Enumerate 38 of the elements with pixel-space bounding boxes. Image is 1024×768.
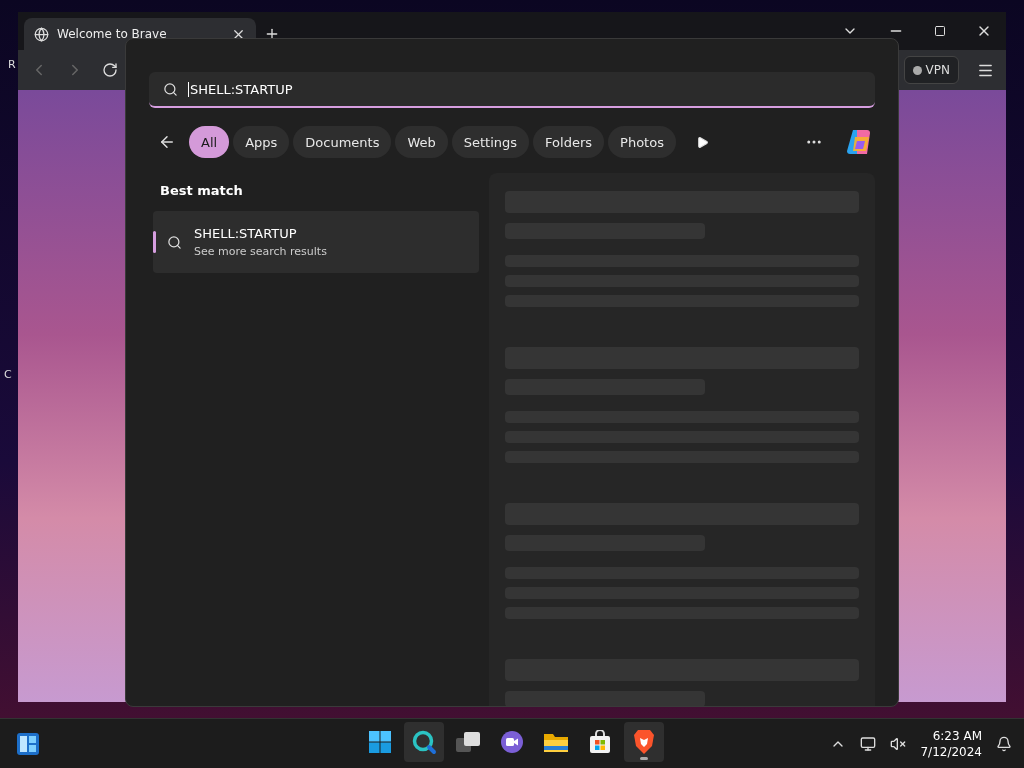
result-title: SHELL:STARTUP (194, 226, 298, 241)
search-result[interactable]: SHELL:STARTUP See more search results (153, 211, 479, 273)
tab-title: Welcome to Brave (57, 27, 168, 41)
video-call-icon (500, 730, 524, 754)
bell-icon[interactable] (996, 736, 1012, 752)
search-icon (411, 729, 437, 755)
globe-icon (34, 26, 49, 42)
widgets-icon (16, 732, 40, 756)
muted-speaker-icon[interactable] (890, 736, 907, 752)
maximize-icon[interactable] (934, 25, 946, 37)
filter-chip[interactable]: Settings (451, 126, 530, 158)
folder-icon (543, 731, 569, 753)
windows-stack-icon (455, 730, 481, 754)
shield-dot-icon (912, 65, 922, 75)
filter-chip[interactable]: Documents (293, 126, 392, 158)
search-icon (163, 81, 178, 97)
desktop-icon-label: R (8, 58, 16, 71)
section-title: Best match (160, 183, 244, 198)
desktop-icon-label: C (4, 368, 12, 381)
vpn-button[interactable]: VPN (903, 56, 959, 84)
play-icon[interactable] (695, 135, 709, 149)
filter-chip[interactable]: Photos (608, 126, 676, 158)
windows-logo-icon (368, 730, 392, 754)
taskbar-app-button[interactable] (404, 722, 444, 762)
filter-chip[interactable]: Apps (233, 126, 290, 158)
store-bag-icon (588, 730, 612, 754)
filter-chip[interactable]: Folders (533, 126, 605, 158)
filter-chip[interactable]: Web (395, 126, 448, 158)
clock-time[interactable]: 6:23 AM (932, 728, 982, 744)
reload-icon[interactable] (102, 62, 118, 78)
search-icon (167, 234, 182, 250)
filter-chip[interactable]: All (189, 126, 230, 158)
taskbar-app-button[interactable] (624, 722, 664, 762)
clock-date[interactable]: 7/12/2024 (920, 744, 982, 760)
search-field[interactable]: SHELL:STARTUP (149, 72, 875, 108)
monitor-icon[interactable] (860, 736, 877, 752)
result-subtitle: See more search results (194, 245, 327, 258)
lion-shield-icon (633, 729, 655, 755)
